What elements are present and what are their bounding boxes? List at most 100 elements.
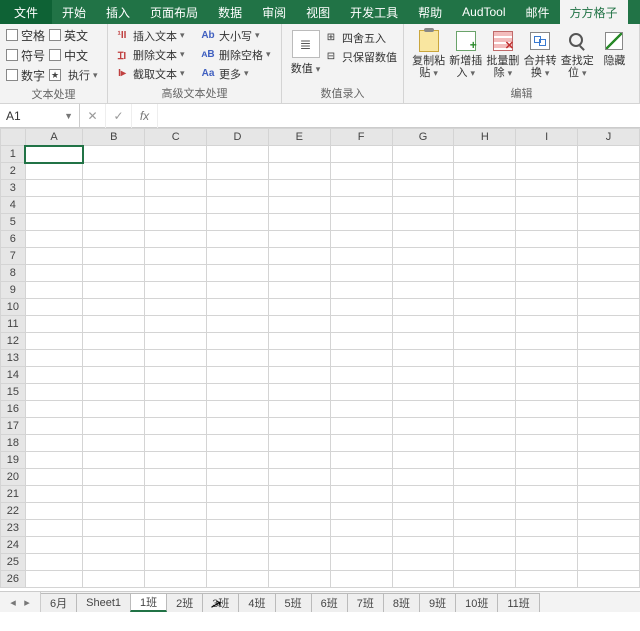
cell[interactable] [516,367,578,384]
cell[interactable] [83,554,145,571]
cell[interactable] [516,299,578,316]
tab-insert[interactable]: 插入 [96,0,140,24]
cell[interactable] [516,503,578,520]
cell[interactable] [516,197,578,214]
cell[interactable] [516,333,578,350]
row-header[interactable]: 13 [1,350,26,367]
row-header[interactable]: 18 [1,435,26,452]
cell[interactable] [578,486,640,503]
cell[interactable] [392,146,454,163]
cell[interactable] [392,214,454,231]
row-header[interactable]: 14 [1,367,26,384]
cell[interactable] [25,248,83,265]
cell[interactable] [392,537,454,554]
cell[interactable] [83,367,145,384]
cell[interactable] [392,367,454,384]
cell[interactable] [83,537,145,554]
cell[interactable] [454,571,516,588]
row-header[interactable]: 25 [1,554,26,571]
sheet-tab[interactable]: 5班 [275,593,312,612]
cell[interactable] [392,265,454,282]
cell[interactable] [268,282,330,299]
cell[interactable] [25,520,83,537]
cell[interactable] [207,248,269,265]
cell[interactable] [268,316,330,333]
sheet-tab[interactable]: 8班 [383,593,420,612]
cell[interactable] [25,435,83,452]
cell[interactable] [330,248,392,265]
row-header[interactable]: 12 [1,333,26,350]
hide-button[interactable]: 隐藏 [596,26,633,79]
cell[interactable] [268,197,330,214]
column-header[interactable]: A [25,129,83,146]
copy-paste-button[interactable]: 复制粘贴 [410,26,447,79]
cell[interactable] [145,316,207,333]
cell[interactable] [145,350,207,367]
column-header[interactable]: F [330,129,392,146]
cell[interactable] [330,554,392,571]
cell[interactable] [25,350,83,367]
cell[interactable] [392,350,454,367]
cell[interactable] [330,503,392,520]
tab-file[interactable]: 文件 [0,0,52,24]
cell[interactable] [207,180,269,197]
cell[interactable] [392,401,454,418]
sheet-tab[interactable]: Sheet1 [76,593,131,612]
cell[interactable] [330,333,392,350]
row-header[interactable]: 20 [1,469,26,486]
row-header[interactable]: 26 [1,571,26,588]
cell[interactable] [392,197,454,214]
row-header[interactable]: 4 [1,197,26,214]
cell[interactable] [25,231,83,248]
cell[interactable] [268,469,330,486]
cell[interactable] [392,554,454,571]
cell[interactable] [454,214,516,231]
cell[interactable] [330,197,392,214]
cell[interactable] [207,384,269,401]
column-header[interactable]: I [516,129,578,146]
cell[interactable] [392,503,454,520]
cell[interactable] [207,333,269,350]
name-box[interactable]: A1 ▼ [0,104,80,127]
cell[interactable] [25,384,83,401]
del-space-button[interactable]: ᴀB删除空格 [200,45,271,64]
cell[interactable] [207,282,269,299]
cell[interactable] [145,537,207,554]
column-header[interactable]: E [268,129,330,146]
cell[interactable] [83,503,145,520]
sheet-tab[interactable]: 3班 [202,593,239,612]
cell[interactable] [207,469,269,486]
cell[interactable] [454,333,516,350]
cell[interactable] [392,163,454,180]
row-header[interactable]: 17 [1,418,26,435]
cell[interactable] [83,401,145,418]
cell[interactable] [392,384,454,401]
checkbox-exec-toggle[interactable] [49,69,61,81]
cell[interactable] [454,452,516,469]
cell[interactable] [392,180,454,197]
cell[interactable] [330,180,392,197]
cell[interactable] [83,214,145,231]
find-locate-button[interactable]: 查找定位 [559,26,596,79]
cell[interactable] [454,554,516,571]
cell[interactable] [392,452,454,469]
cell[interactable] [578,197,640,214]
cell[interactable] [516,231,578,248]
cell[interactable] [25,452,83,469]
column-header[interactable]: G [392,129,454,146]
cell[interactable] [578,537,640,554]
column-header[interactable]: C [145,129,207,146]
cell[interactable] [578,418,640,435]
cell[interactable] [207,554,269,571]
cell[interactable] [330,452,392,469]
cell[interactable] [516,469,578,486]
cell[interactable] [454,367,516,384]
cell[interactable] [83,333,145,350]
cell[interactable] [268,214,330,231]
sheet-tab[interactable]: 4班 [238,593,275,612]
cell[interactable] [392,316,454,333]
sheet-tab[interactable]: 11班 [497,593,539,612]
cell[interactable] [207,231,269,248]
new-insert-button[interactable]: 新增插入 [447,26,484,79]
cell[interactable] [145,435,207,452]
